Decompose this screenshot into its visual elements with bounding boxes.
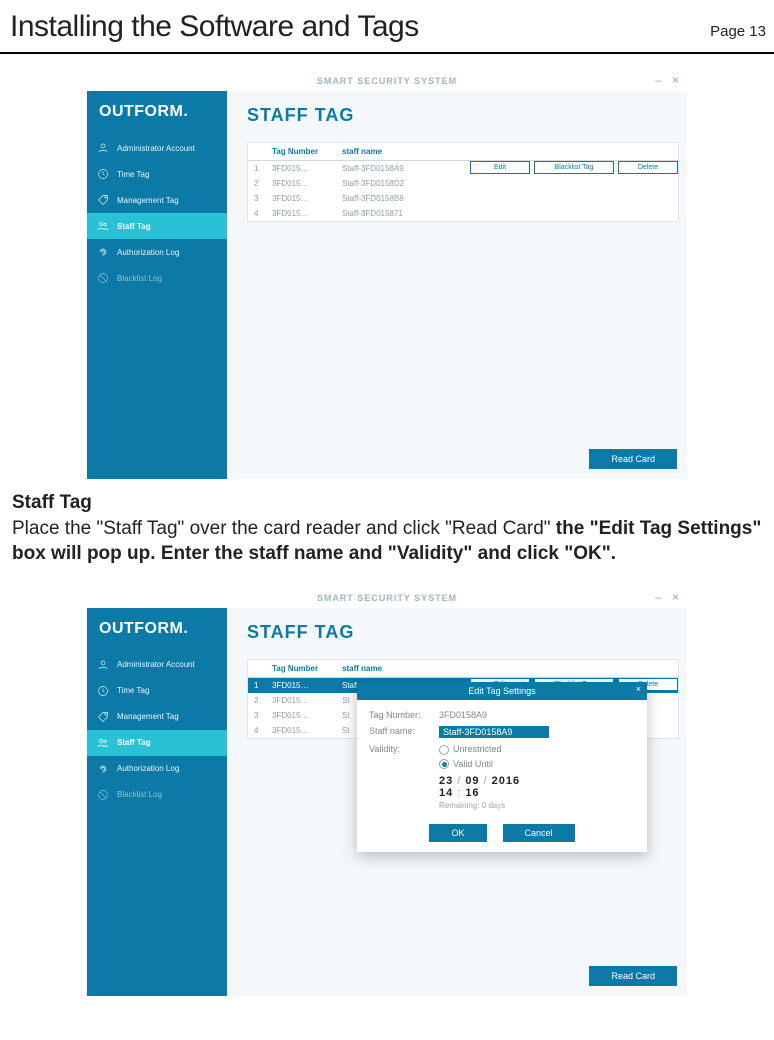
sidebar-item-auth[interactable]: Authorization Log [87,239,227,265]
page-number: Page 13 [710,23,766,40]
sidebar-item-blacklist[interactable]: Blacklist Log [87,782,227,808]
brand-logo: OUTFORM. [87,97,227,135]
fingerprint-icon [97,763,109,775]
radio-valid-until[interactable]: Valid Until [439,759,502,770]
sidebar-item-management[interactable]: Management Tag [87,187,227,213]
radio-icon [439,745,449,755]
ban-icon [97,272,109,284]
user-icon [97,142,109,154]
ban-icon [97,789,109,801]
window-close-icon[interactable]: × [672,73,679,87]
window-title: SMART SECURITY SYSTEM [317,76,457,86]
sidebar-item-time[interactable]: Time Tag [87,678,227,704]
main-title: STAFF TAG [247,622,679,643]
blacklist-button[interactable]: Blacklist Tag [534,161,614,174]
col-tag-number: Tag Number [266,660,336,677]
people-icon [97,220,109,232]
cancel-button[interactable]: Cancel [503,824,575,842]
sidebar-item-label: Management Tag [117,196,179,205]
edit-button[interactable]: Edit [470,161,530,174]
sidebar-item-staff[interactable]: Staff Tag [87,213,227,239]
sidebar-item-label: Staff Tag [117,222,151,231]
sidebar-item-admin[interactable]: Administrator Account [87,135,227,161]
screenshot-2: SMART SECURITY SYSTEM – × OUTFORM. Admin… [86,587,688,997]
table-header-row: Tag Number staff name [248,660,678,678]
col-tag-number: Tag Number [266,143,336,160]
read-card-button[interactable]: Read Card [589,966,677,986]
sidebar-item-admin[interactable]: Administrator Account [87,652,227,678]
brand-logo: OUTFORM. [87,614,227,652]
user-icon [97,659,109,671]
dialog-title: Edit Tag Settings × [357,682,647,700]
section-heading: Staff Tag [12,490,762,516]
ok-button[interactable]: OK [429,824,486,842]
sidebar-item-staff[interactable]: Staff Tag [87,730,227,756]
sidebar-item-label: Authorization Log [117,248,179,257]
page-title: Installing the Software and Tags [10,10,419,44]
sidebar-item-management[interactable]: Management Tag [87,704,227,730]
window-title: SMART SECURITY SYSTEM [317,593,457,603]
table-row[interactable]: 3 3FD015… Staff-3FD0158B8 [248,191,678,206]
window-titlebar: SMART SECURITY SYSTEM – × [87,71,687,91]
col-staff-name: staff name [336,143,678,160]
doc-body: Staff Tag Place the "Staff Tag" over the… [0,480,774,571]
read-card-button[interactable]: Read Card [589,449,677,469]
screenshot-1: SMART SECURITY SYSTEM – × OUTFORM. Admin… [86,70,688,480]
sidebar-item-label: Time Tag [117,170,149,179]
clock-icon [97,685,109,697]
tag-icon [97,194,109,206]
main-panel: STAFF TAG Tag Number staff name 1 3FD015… [227,608,687,996]
staff-name-input[interactable]: Staff-3FD0158A9 [439,726,549,738]
window-minimize-icon[interactable]: – [655,590,662,604]
staff-tag-table: Tag Number staff name 1 3FD015… Staff-3F… [247,142,679,222]
sidebar-item-label: Blacklist Log [117,274,162,283]
label-validity: Validity: [369,744,433,754]
window-close-icon[interactable]: × [672,590,679,604]
radio-unrestricted[interactable]: Unrestricted [439,744,502,755]
sidebar: OUTFORM. Administrator Account Time Tag … [87,91,227,479]
table-row[interactable]: 4 3FD015… Staff-3FD015871 [248,206,678,221]
delete-button[interactable]: Delete [618,161,678,174]
main-panel: STAFF TAG Tag Number staff name 1 3FD015… [227,91,687,479]
col-staff-name: staff name [336,660,678,677]
dialog-close-icon[interactable]: × [636,684,641,694]
window-minimize-icon[interactable]: – [655,73,662,87]
label-staff-name: Staff name: [369,726,433,736]
clock-icon [97,168,109,180]
sidebar-item-blacklist[interactable]: Blacklist Log [87,265,227,291]
fingerprint-icon [97,246,109,258]
doc-paragraph: Place the "Staff Tag" over the card read… [12,518,556,539]
edit-tag-settings-dialog: Edit Tag Settings × Tag Number: 3FD0158A… [357,682,647,852]
valid-until-time[interactable]: 14:16 [439,787,635,799]
valid-until-date[interactable]: 23/09/2016 [439,775,635,787]
sidebar-item-auth[interactable]: Authorization Log [87,756,227,782]
remaining-label: Remaining: 0 days [439,801,635,810]
table-row[interactable]: 1 3FD015… Staff-3FD0158A9 Edit Blacklist… [248,161,678,176]
value-tag-number: 3FD0158A9 [439,710,487,720]
table-header-row: Tag Number staff name [248,143,678,161]
radio-icon [439,759,449,769]
sidebar: OUTFORM. Administrator Account Time Tag … [87,608,227,996]
main-title: STAFF TAG [247,105,679,126]
tag-icon [97,711,109,723]
label-tag-number: Tag Number: [369,710,433,720]
sidebar-item-time[interactable]: Time Tag [87,161,227,187]
people-icon [97,737,109,749]
doc-header: Installing the Software and Tags Page 13 [0,0,774,54]
sidebar-item-label: Administrator Account [117,144,195,153]
window-titlebar: SMART SECURITY SYSTEM – × [87,588,687,608]
table-row[interactable]: 2 3FD015… Staff-3FD0158D2 [248,176,678,191]
